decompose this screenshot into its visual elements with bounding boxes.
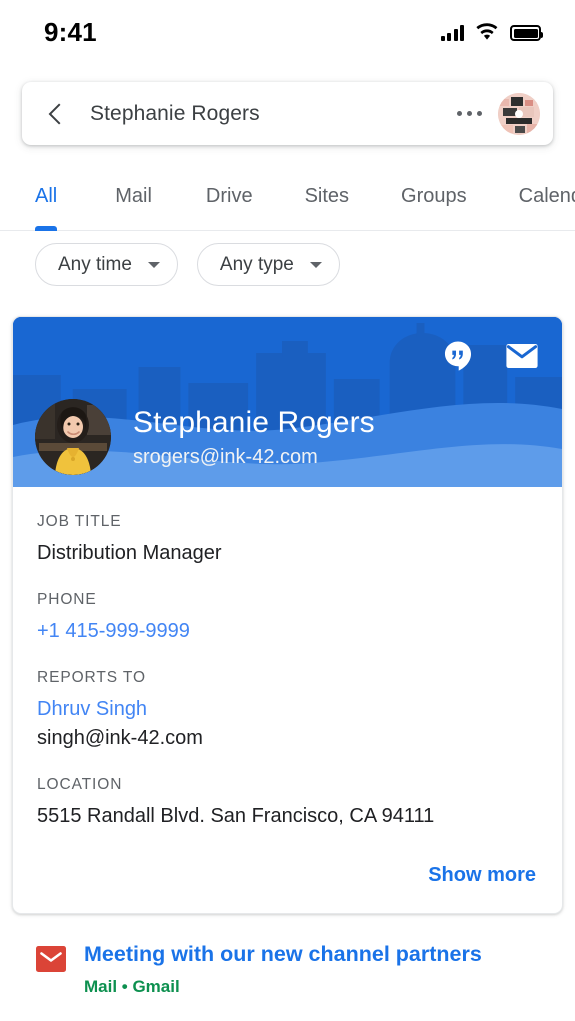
field-value-manager-link[interactable]: Dhruv Singh <box>37 696 538 723</box>
contact-name: Stephanie Rogers <box>133 405 375 439</box>
field-label: PHONE <box>37 591 97 608</box>
hangouts-chat-icon[interactable] <box>441 339 475 373</box>
envelope-icon[interactable] <box>505 339 539 373</box>
search-result-meta: Mail • Gmail <box>84 976 180 996</box>
search-result-item[interactable]: Meeting with our new channel partners Ma… <box>36 942 563 997</box>
field-value: 5515 Randall Blvd. San Francisco, CA 941… <box>37 805 435 827</box>
field-reports-to: REPORTS TO Dhruv Singh singh@ink-42.com <box>37 669 538 752</box>
chevron-down-icon <box>309 261 322 268</box>
tab-label: Calend <box>518 185 575 207</box>
contact-card-header: Stephanie Rogers srogers@ink-42.com <box>13 317 562 487</box>
search-bar[interactable]: Stephanie Rogers <box>22 82 553 145</box>
more-options-icon[interactable] <box>456 110 482 117</box>
contact-card-footer: Show more <box>13 848 562 913</box>
tab-label: Drive <box>205 185 253 207</box>
contact-email: srogers@ink-42.com <box>133 446 318 468</box>
search-result-text: Meeting with our new channel partners Ma… <box>84 942 482 997</box>
tab-label: Mail <box>115 185 152 207</box>
status-time: 9:41 <box>44 16 97 47</box>
tab-label: All <box>35 185 58 207</box>
field-value-manager-email: singh@ink-42.com <box>37 727 203 749</box>
filter-chip-label: Any type <box>219 253 294 275</box>
show-more-button[interactable]: Show more <box>428 864 536 887</box>
status-bar: 9:41 <box>0 0 575 64</box>
contact-card-actions[interactable] <box>441 339 539 373</box>
tab-active-indicator <box>35 226 58 231</box>
contact-photo <box>35 399 111 475</box>
contact-name-block: Stephanie Rogers srogers@ink-42.com <box>133 406 375 476</box>
search-query-text[interactable]: Stephanie Rogers <box>90 102 457 126</box>
tab-bar[interactable]: All Mail Drive Sites Groups Calend <box>0 180 575 231</box>
filter-chip-label: Any time <box>58 253 132 275</box>
field-value: Distribution Manager <box>37 542 222 564</box>
tab-mail[interactable]: Mail <box>115 180 152 231</box>
tab-calendar[interactable]: Calend <box>519 180 575 231</box>
tab-label: Sites <box>304 185 350 207</box>
field-job-title: JOB TITLE Distribution Manager <box>37 513 538 567</box>
contact-details: JOB TITLE Distribution Manager PHONE +1 … <box>13 487 562 848</box>
field-label: REPORTS TO <box>37 669 146 686</box>
battery-full-icon <box>510 25 543 41</box>
tab-drive[interactable]: Drive <box>206 180 253 231</box>
account-avatar[interactable] <box>498 92 540 135</box>
search-result-title[interactable]: Meeting with our new channel partners <box>84 942 482 968</box>
field-label: JOB TITLE <box>37 513 122 530</box>
gmail-icon <box>36 946 66 972</box>
wifi-icon <box>476 23 498 40</box>
status-icons <box>440 23 543 41</box>
tab-label: Groups <box>401 185 467 207</box>
field-location: LOCATION 5515 Randall Blvd. San Francisc… <box>37 776 538 830</box>
tab-groups[interactable]: Groups <box>401 180 467 231</box>
tab-sites[interactable]: Sites <box>305 180 349 231</box>
field-value-phone-link[interactable]: +1 415-999-9999 <box>37 618 538 645</box>
cellular-signal-icon <box>440 24 464 41</box>
filter-chip-any-time[interactable]: Any time <box>35 243 178 286</box>
back-chevron-icon[interactable] <box>44 101 70 127</box>
chevron-down-icon <box>147 261 160 268</box>
contact-card: Stephanie Rogers srogers@ink-42.com JOB … <box>12 316 563 914</box>
app-screen: 9:41 Stephanie Rogers All Mail Drive Sit… <box>0 0 575 1021</box>
field-phone: PHONE +1 415-999-9999 <box>37 591 538 645</box>
filter-chip-any-type[interactable]: Any type <box>196 243 340 286</box>
tab-all[interactable]: All <box>35 180 58 231</box>
field-label: LOCATION <box>37 776 123 793</box>
contact-identity: Stephanie Rogers srogers@ink-42.com <box>35 399 375 475</box>
filter-chips[interactable]: Any time Any type <box>35 243 340 286</box>
